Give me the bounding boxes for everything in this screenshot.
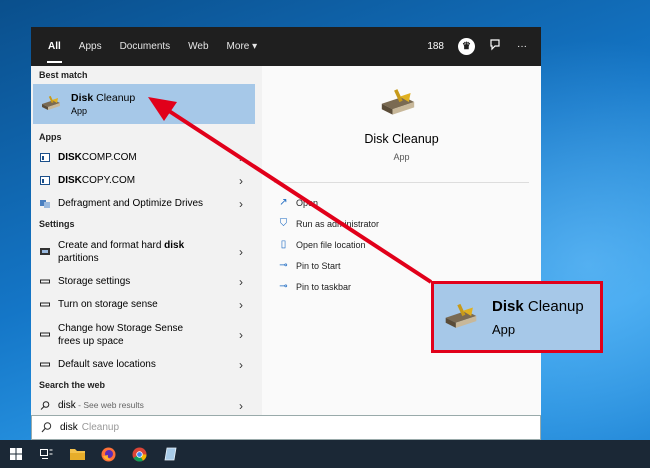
callout-disk-cleanup: Disk Cleanup App xyxy=(431,281,603,353)
disk-cleanup-icon xyxy=(444,302,478,333)
callout-subtitle: App xyxy=(492,321,516,337)
annotation-arrow xyxy=(148,97,433,284)
callout-title: Disk Cleanup xyxy=(492,297,584,315)
